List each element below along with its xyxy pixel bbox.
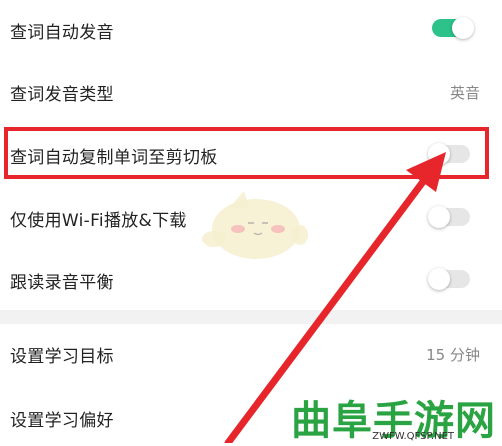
setting-study-goal[interactable]: 设置学习目标 15 分钟 [0, 332, 502, 372]
setting-auto-pronounce[interactable]: 查词自动发音 [0, 8, 502, 48]
toggle-knob [452, 17, 474, 39]
highlight-box [4, 127, 489, 179]
follow-read-balance-toggle[interactable] [428, 268, 470, 290]
setting-label: 仅使用Wi-Fi播放&下载 [10, 211, 187, 231]
setting-pronounce-type[interactable]: 查词发音类型 英音 [0, 70, 502, 110]
wifi-only-toggle[interactable] [428, 206, 470, 228]
setting-label: 设置学习目标 [10, 347, 114, 367]
toggle-knob [428, 206, 450, 228]
auto-pronounce-toggle[interactable] [432, 17, 474, 39]
setting-label: 跟读录音平衡 [10, 273, 114, 293]
setting-label: 查词发音类型 [10, 85, 114, 105]
mascot-illustration [202, 191, 308, 259]
toggle-knob [428, 268, 450, 290]
watermark-url: ZWFW.QFSP.NET [372, 431, 454, 442]
study-goal-value: 15 分钟 [426, 346, 480, 364]
section-divider [0, 310, 502, 324]
setting-label: 查词自动发音 [10, 23, 114, 43]
pronounce-type-value: 英音 [449, 84, 480, 102]
setting-label: 设置学习偏好 [10, 411, 114, 431]
